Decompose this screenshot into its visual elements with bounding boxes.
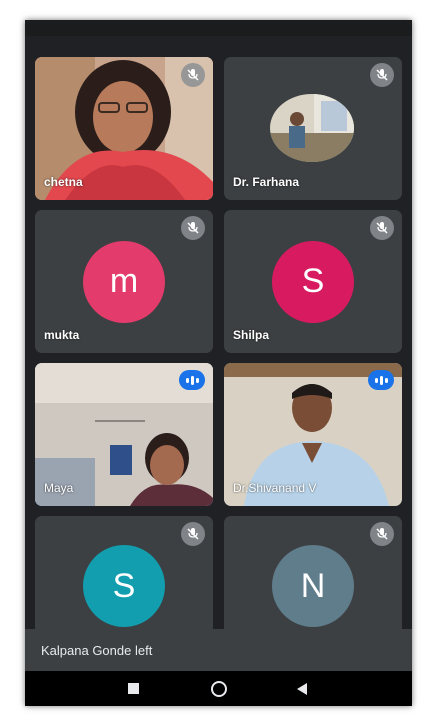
participant-name: Dr.Shivanand V bbox=[233, 481, 317, 495]
status-bar bbox=[25, 20, 412, 36]
mic-off-icon bbox=[181, 522, 205, 546]
recents-square-icon[interactable] bbox=[128, 683, 140, 695]
mic-off-icon bbox=[181, 216, 205, 240]
participant-tile-mukta[interactable]: m mukta bbox=[35, 210, 213, 353]
participant-name: mukta bbox=[44, 328, 80, 342]
navigation-bar bbox=[25, 671, 412, 706]
mic-off-icon bbox=[181, 63, 205, 87]
speaking-indicator-icon bbox=[368, 370, 394, 390]
meeting-screen: chetna Dr. Farhana m mukta S Shilpa Maya… bbox=[25, 20, 412, 706]
speaking-indicator-icon bbox=[179, 370, 205, 390]
participant-name: Shilpa bbox=[233, 328, 270, 342]
avatar: S bbox=[272, 240, 354, 323]
avatar: m bbox=[83, 240, 165, 323]
participant-name: chetna bbox=[44, 175, 83, 189]
participant-left-notification: Kalpana Gonde left bbox=[25, 629, 412, 671]
participant-video bbox=[270, 94, 354, 162]
participant-tile-shivanand[interactable]: Dr.Shivanand V bbox=[224, 363, 402, 506]
mic-off-icon bbox=[370, 522, 394, 546]
participant-name: Dr. Farhana bbox=[233, 175, 300, 189]
back-triangle-icon[interactable] bbox=[295, 682, 309, 696]
mic-off-icon bbox=[370, 216, 394, 240]
notification-text: Kalpana Gonde left bbox=[41, 642, 153, 658]
home-circle-icon[interactable] bbox=[210, 680, 228, 698]
participant-tile-farhana[interactable]: Dr. Farhana bbox=[224, 57, 402, 200]
participant-tile-shilpa[interactable]: S Shilpa bbox=[224, 210, 402, 353]
participant-tile-chetna[interactable]: chetna bbox=[35, 57, 213, 200]
avatar: N bbox=[272, 545, 354, 627]
participant-name: Maya bbox=[44, 481, 74, 495]
avatar: S bbox=[83, 545, 165, 627]
mic-off-icon bbox=[370, 63, 394, 87]
participant-tile-maya[interactable]: Maya bbox=[35, 363, 213, 506]
